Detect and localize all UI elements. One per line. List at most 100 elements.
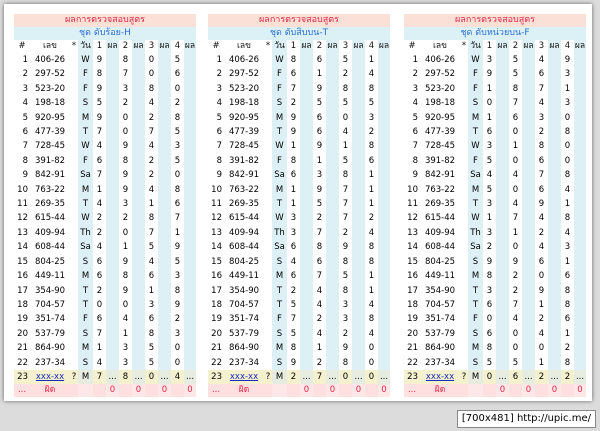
cell-digit-1: 5 xyxy=(483,153,496,169)
table-row: 22 237-34 S 4 3 5 0 xyxy=(14,355,196,370)
pending-number-link[interactable]: xxx-xx xyxy=(224,369,264,385)
cell-result-1 xyxy=(300,168,313,183)
cell-digit-4: 5 xyxy=(171,254,184,270)
cell-digit-1: 6 xyxy=(287,240,300,255)
cell-digit-3: 2 xyxy=(535,125,548,140)
cell-day: F xyxy=(272,67,287,82)
cell-result-4 xyxy=(574,312,586,327)
cell-digit-4: 8 xyxy=(561,211,574,226)
cell-result-4 xyxy=(574,355,586,370)
cell-digit-3: 7 xyxy=(339,182,352,198)
cell-result-1 xyxy=(300,139,313,154)
cell-digit-1: 4 xyxy=(93,197,106,212)
cell-digit-2: 1 xyxy=(313,153,326,169)
cell-row-number: 19 xyxy=(208,312,224,327)
table-row: 14 608-44 Sa 6 8 9 8 xyxy=(208,240,390,255)
cell-row-number: 16 xyxy=(14,269,30,284)
cell-digit-3: 4 xyxy=(535,240,548,255)
cell-digit-1: 1 xyxy=(287,197,300,212)
cell-result-1 xyxy=(300,240,313,255)
cell-digit-3: 7 xyxy=(339,211,352,226)
cell-day: W xyxy=(272,211,287,226)
cell-day: Sa xyxy=(78,168,93,183)
cell-digit-2: 3 xyxy=(119,341,132,356)
cell-star xyxy=(70,67,78,82)
pending-number-link[interactable]: xxx-xx xyxy=(420,369,460,385)
cell-row-number: 12 xyxy=(404,211,420,226)
cell-result-3 xyxy=(158,168,171,183)
table-row: 6 477-39 T 6 0 2 8 xyxy=(404,125,586,140)
cell-number: 804-25 xyxy=(224,254,264,270)
cell-digit-3: 8 xyxy=(145,211,158,226)
cell-result-4 xyxy=(184,53,196,68)
cell-result-1 xyxy=(106,297,119,313)
cell-result-2 xyxy=(522,81,535,97)
header-row-number: # xyxy=(404,40,420,53)
cell-number: 406-26 xyxy=(420,53,460,68)
cell-result-4 xyxy=(378,168,390,183)
cell-number: 198-18 xyxy=(420,96,460,111)
cell-result-4 xyxy=(378,326,390,342)
cell-digit-1: 2 xyxy=(287,283,300,298)
cell-digit-2: 0 xyxy=(509,182,522,198)
cell-digit-3: 7 xyxy=(535,168,548,183)
cell-row-number: 6 xyxy=(14,125,30,140)
cell-result-4 xyxy=(574,254,586,270)
miss-count-row: ... ผิด 0 0 0 0 xyxy=(14,384,196,398)
cell-row-number: 14 xyxy=(404,240,420,255)
table-row: 5 920-95 M 9 0 2 8 xyxy=(14,110,196,126)
cell-digit-4: 5 xyxy=(171,53,184,68)
cell-row-number: 21 xyxy=(404,341,420,356)
cell-digit-2: 7 xyxy=(509,211,522,226)
table-row: 3 523-20 F 7 9 8 8 xyxy=(208,81,390,97)
cell-result-4 xyxy=(184,211,196,226)
cell-result-2 xyxy=(522,153,535,169)
table-row: 16 449-11 M 6 7 5 1 xyxy=(208,269,390,284)
cell-digit-4: 8 xyxy=(365,254,378,270)
cell-star xyxy=(460,225,468,241)
cell-digit-1: 2 xyxy=(287,96,300,111)
cell-number: 704-57 xyxy=(224,297,264,313)
cell-digit-2: 1 xyxy=(509,225,522,241)
cell-day: M xyxy=(272,341,287,356)
cell-day: M xyxy=(468,110,483,126)
header-day: วัน xyxy=(468,40,483,53)
cell-day: W xyxy=(78,53,93,68)
cell-result-1 xyxy=(106,341,119,356)
header-star: * xyxy=(264,40,272,53)
cell-result-2 xyxy=(132,182,145,198)
cell-star xyxy=(460,168,468,183)
cell-result-4 xyxy=(378,153,390,169)
cell-result-3 xyxy=(158,283,171,298)
cell-digit-2: 8 xyxy=(313,240,326,255)
cell-result-4 xyxy=(184,297,196,313)
miss-count-row: ... ผิด 0 0 0 0 xyxy=(208,384,390,398)
cell-row-number: 11 xyxy=(208,197,224,212)
cell-digit-1: 2 xyxy=(287,369,300,385)
cell-digit-3: 3 xyxy=(339,312,352,327)
cell-result-4 xyxy=(574,125,586,140)
cell-digit-1: 4 xyxy=(93,355,106,370)
cell-number: 351-74 xyxy=(30,312,70,327)
cell-number: 728-45 xyxy=(420,139,460,154)
cell-digit-4: 6 xyxy=(171,197,184,212)
cell-result-2 xyxy=(522,283,535,298)
cell-number: 763-22 xyxy=(224,182,264,198)
cell-digit-3: 4 xyxy=(145,139,158,154)
cell-number: 351-74 xyxy=(224,312,264,327)
header-result-3: ผล xyxy=(548,40,561,53)
table-row: 19 351-74 F 7 2 3 8 xyxy=(208,312,390,327)
cell-result-4 xyxy=(574,341,586,356)
cell-star xyxy=(264,211,272,226)
cell-digit-3: 5 xyxy=(145,240,158,255)
cell-row-number: 7 xyxy=(208,139,224,154)
cell-row-number: 17 xyxy=(14,283,30,298)
cell-result-3 xyxy=(548,67,561,82)
table-row: 4 198-18 S 2 5 5 5 xyxy=(208,96,390,111)
pending-number-link[interactable]: xxx-xx xyxy=(30,369,70,385)
cell-row-number: 6 xyxy=(208,125,224,140)
cell-row-number: 17 xyxy=(208,283,224,298)
cell-day: M xyxy=(78,341,93,356)
table-row: 22 237-34 S 5 5 1 8 xyxy=(404,355,586,370)
cell-result-4 xyxy=(574,81,586,97)
